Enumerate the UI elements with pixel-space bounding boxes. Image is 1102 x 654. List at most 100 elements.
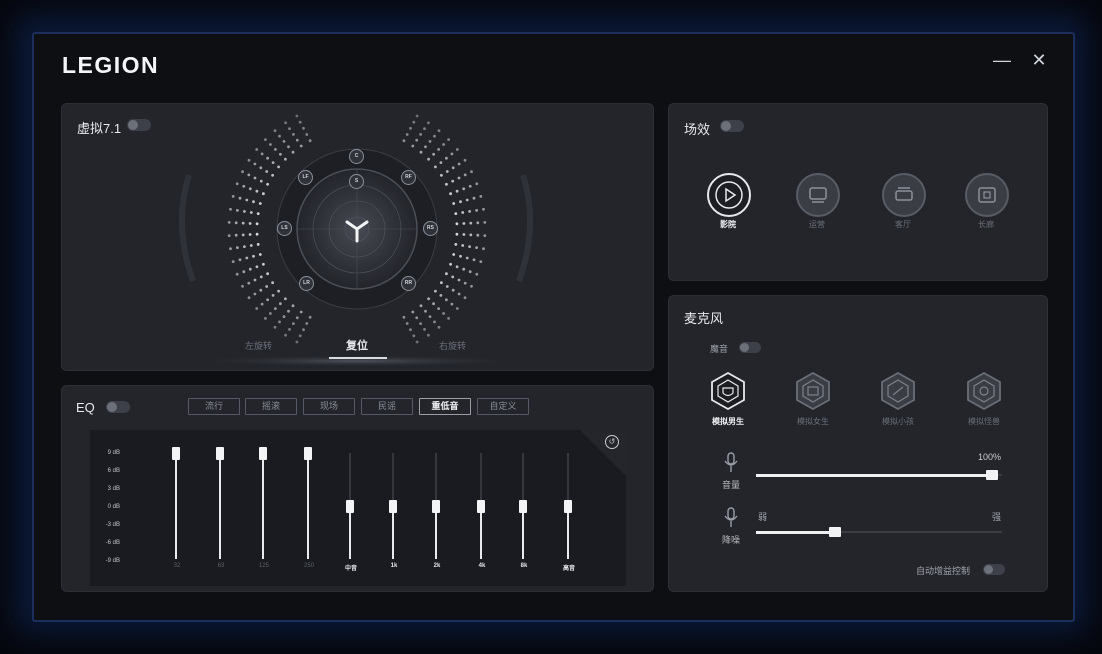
eq-band-slider[interactable] — [304, 447, 314, 565]
auto-gain-toggle[interactable] — [983, 564, 1005, 575]
voice-male-button[interactable] — [708, 371, 748, 411]
arc-dot — [227, 221, 231, 224]
eq-preset-bass[interactable]: 重低音 — [419, 398, 471, 415]
arc-dot — [277, 289, 280, 293]
speaker-right-surround[interactable]: RS — [423, 221, 438, 236]
arc-dot — [427, 157, 430, 161]
arc-dot — [287, 145, 290, 149]
eq-band-slider[interactable] — [432, 447, 442, 565]
arc-dot — [415, 316, 419, 320]
speaker-center[interactable]: C — [349, 149, 364, 164]
minimize-button[interactable]: — — [990, 48, 1014, 72]
speaker-left-rear[interactable]: LR — [299, 276, 314, 291]
arc-dot — [468, 184, 472, 188]
noise-low-label: 弱 — [758, 512, 768, 522]
arc-dot — [451, 288, 455, 292]
reset-underline — [329, 357, 387, 359]
arc-dot — [475, 272, 479, 276]
microphone-panel: 麦克风 魔音 模拟男生 模拟女生 模拟小孩 模拟怪兽 音量 100% 降噪 弱 … — [668, 295, 1048, 592]
rotate-left-button[interactable]: 左旋转 — [245, 339, 272, 352]
arc-dot — [291, 150, 295, 154]
rotate-right-button[interactable]: 右旋转 — [439, 339, 466, 352]
speaker-left-surround[interactable]: LS — [277, 221, 292, 236]
arc-dot — [229, 207, 232, 211]
arc-dot — [482, 247, 485, 251]
eq-band-slider[interactable] — [477, 447, 487, 565]
speaker-right-front[interactable]: RF — [401, 170, 416, 185]
eq-preset-pop[interactable]: 流行 — [188, 398, 240, 415]
scene-livingroom-button[interactable] — [882, 173, 926, 217]
arc-dot — [271, 281, 274, 285]
eq-preset-folk[interactable]: 民谣 — [361, 398, 413, 415]
surround-visualizer — [178, 114, 534, 367]
corridor-icon — [978, 187, 996, 203]
arc-dot — [445, 272, 448, 276]
eq-band-slider[interactable] — [216, 447, 226, 565]
eq-band-slider[interactable] — [519, 447, 529, 565]
arc-dot — [274, 148, 277, 151]
arc-dot — [445, 170, 449, 173]
reset-button[interactable]: 复位 — [346, 337, 368, 353]
voice-child-button[interactable] — [878, 371, 918, 411]
arc-dot — [242, 184, 246, 188]
eq-toggle[interactable] — [106, 401, 130, 413]
speaker-sub[interactable]: S — [349, 174, 364, 189]
eq-slider-knob — [304, 447, 312, 460]
arc-dot — [248, 267, 252, 271]
arc-dot — [419, 150, 423, 154]
arc-dot — [265, 285, 269, 288]
eq-slider-knob — [519, 500, 527, 513]
arc-dot — [451, 179, 455, 183]
scene-title: 场效 — [684, 122, 711, 137]
arc-dot — [483, 234, 487, 238]
eq-band-slider[interactable] — [389, 447, 399, 565]
voice-change-toggle[interactable] — [739, 342, 761, 353]
speaker-left-front[interactable]: LF — [298, 170, 313, 185]
arc-dot — [459, 200, 462, 204]
arc-dot — [253, 176, 257, 180]
arc-dot — [463, 173, 467, 177]
scene-corridor-button[interactable] — [965, 173, 1009, 217]
scene-toggle[interactable] — [720, 120, 744, 132]
eq-preset-live[interactable]: 现场 — [303, 398, 355, 415]
eq-band-slider[interactable] — [172, 447, 182, 565]
male-voice-icon — [711, 371, 745, 411]
eq-band-slider[interactable] — [564, 447, 574, 565]
arc-dot — [455, 222, 459, 226]
arc-dot — [419, 322, 422, 325]
eq-band-label: 8k — [520, 563, 528, 569]
scene-cinema-button[interactable] — [707, 173, 751, 217]
arc-dot — [449, 192, 452, 196]
volume-slider[interactable] — [756, 470, 1002, 480]
arc-dot — [231, 260, 235, 263]
arc-dot — [298, 334, 302, 338]
arc-dot — [299, 144, 303, 148]
arc-dot — [302, 126, 305, 130]
arc-dot — [235, 182, 239, 186]
arc-dot — [298, 120, 302, 124]
eq-db-label: 9 dB — [107, 450, 120, 456]
eq-band-slider[interactable] — [259, 447, 269, 565]
arc-dot — [415, 138, 419, 142]
scene-theater-button[interactable] — [796, 173, 840, 217]
arc-dot — [259, 179, 263, 183]
monster-voice-icon — [967, 371, 1001, 411]
arc-dot — [238, 258, 242, 262]
speaker-right-rear[interactable]: RR — [401, 276, 416, 291]
eq-db-label: 0 dB — [107, 504, 120, 510]
arc-dot — [295, 340, 299, 344]
eq-preset-rock[interactable]: 摇滚 — [245, 398, 297, 415]
arc-dot — [241, 233, 245, 237]
eq-reset-icon[interactable]: ↺ — [605, 435, 619, 449]
voice-monster-button[interactable] — [964, 371, 1004, 411]
noise-reduction-slider[interactable] — [756, 527, 1002, 537]
arc-dot — [255, 265, 259, 269]
eq-preset-custom[interactable]: 自定义 — [477, 398, 529, 415]
eq-slider-knob — [432, 500, 440, 513]
eq-band-slider[interactable] — [346, 447, 356, 565]
arc-dot — [241, 284, 244, 288]
close-button[interactable]: ✕ — [1027, 48, 1051, 72]
voice-female-button[interactable] — [793, 371, 833, 411]
arc-dot — [262, 262, 265, 266]
arc-dot — [483, 221, 487, 224]
